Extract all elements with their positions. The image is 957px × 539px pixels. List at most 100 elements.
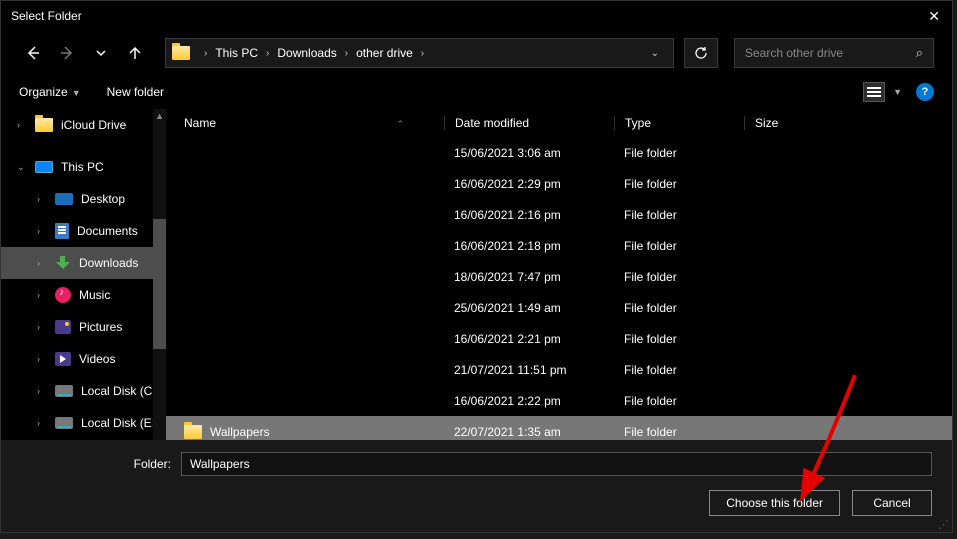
list-row[interactable]: Wallpapers22/07/2021 1:35 amFile folder <box>166 416 952 440</box>
column-size[interactable]: Size <box>744 116 824 130</box>
column-type[interactable]: Type <box>614 116 744 130</box>
list-row[interactable]: 18/06/2021 7:47 pmFile folder <box>166 261 952 292</box>
choose-folder-button[interactable]: Choose this folder <box>709 490 840 516</box>
recent-dropdown[interactable] <box>87 39 115 67</box>
scroll-up-icon[interactable]: ▲ <box>155 111 164 121</box>
tree-item-label: Local Disk (E:) <box>81 416 159 430</box>
up-button[interactable] <box>121 39 149 67</box>
cell-type: File folder <box>614 332 744 346</box>
chevron-down-icon[interactable]: ⌄ <box>643 48 667 59</box>
scrollbar-thumb[interactable] <box>153 219 166 349</box>
cancel-button[interactable]: Cancel <box>852 490 932 516</box>
tree-item-icon <box>55 320 71 334</box>
tree-item[interactable]: › Local Disk (E:) <box>1 407 166 439</box>
tree-item[interactable]: ⌄ This PC <box>1 151 166 183</box>
cell-type: File folder <box>614 301 744 315</box>
back-button[interactable] <box>19 39 47 67</box>
tree-item[interactable]: › Music <box>1 279 166 311</box>
chevron-down-icon: ▼ <box>72 88 81 98</box>
chevron-icon[interactable]: › <box>37 290 47 300</box>
tree-item[interactable]: › Videos <box>1 343 166 375</box>
help-icon[interactable]: ? <box>916 83 934 101</box>
tree-item-label: Music <box>79 288 110 302</box>
tree-item-icon <box>55 385 73 397</box>
tree-item[interactable]: ›Documents <box>1 215 166 247</box>
tree-item[interactable]: › iCloud Drive <box>1 109 166 141</box>
chevron-down-icon[interactable]: ▼ <box>893 87 902 97</box>
tree-item-icon <box>55 256 71 270</box>
titlebar: Select Folder ✕ <box>1 1 952 31</box>
list-row[interactable]: 16/06/2021 2:16 pmFile folder <box>166 199 952 230</box>
sort-indicator-icon: ⌃ <box>396 119 404 130</box>
tree-item-icon <box>55 287 71 303</box>
chevron-icon[interactable]: ⌄ <box>17 162 27 173</box>
cell-date: 25/06/2021 1:49 am <box>444 301 614 315</box>
tree-item[interactable]: › Local Disk (C:) <box>1 375 166 407</box>
tree-item[interactable]: › Pictures <box>1 311 166 343</box>
list-row[interactable]: 15/06/2021 3:06 amFile folder <box>166 137 952 168</box>
cell-date: 16/06/2021 2:18 pm <box>444 239 614 253</box>
tree-item-icon <box>55 352 71 366</box>
list-row[interactable]: 16/06/2021 2:22 pmFile folder <box>166 385 952 416</box>
chevron-icon[interactable]: › <box>37 418 47 428</box>
dialog-title: Select Folder <box>11 9 82 23</box>
tree-item-label: Pictures <box>79 320 122 334</box>
tree-item-label: Local Disk (C:) <box>81 384 160 398</box>
cell-type: File folder <box>614 363 744 377</box>
chevron-icon[interactable]: › <box>37 322 47 332</box>
chevron-right-icon[interactable]: › <box>200 48 211 59</box>
folder-icon <box>184 425 202 439</box>
column-date[interactable]: Date modified <box>444 116 614 130</box>
chevron-right-icon[interactable]: › <box>341 48 352 59</box>
breadcrumb-item[interactable]: This PC <box>211 46 262 60</box>
view-button[interactable] <box>863 82 885 102</box>
tree-item-icon <box>35 118 53 132</box>
cell-date: 21/07/2021 11:51 pm <box>444 363 614 377</box>
list-row[interactable]: 16/06/2021 2:18 pmFile folder <box>166 230 952 261</box>
list-row[interactable]: 16/06/2021 2:29 pmFile folder <box>166 168 952 199</box>
dialog-buttons: Choose this folder Cancel <box>21 490 932 516</box>
list-row[interactable]: 16/06/2021 2:21 pmFile folder <box>166 323 952 354</box>
search-icon[interactable]: ⌕ <box>916 45 923 61</box>
folder-icon <box>172 46 190 60</box>
folder-name-input[interactable] <box>181 452 932 476</box>
tree-item-icon <box>55 223 69 239</box>
tree-item[interactable]: ›Downloads <box>1 247 166 279</box>
chevron-right-icon[interactable]: › <box>262 48 273 59</box>
chevron-icon[interactable]: › <box>17 120 27 130</box>
tree-item-icon <box>55 417 73 429</box>
tree-item-label: Desktop <box>81 192 125 206</box>
nav-tree[interactable]: ▲ › iCloud Drive ⌄ This PC › Desktop ›Document… <box>1 109 166 440</box>
nav-row: › This PC › Downloads › other drive › ⌄ … <box>1 31 952 75</box>
chevron-right-icon[interactable]: › <box>417 48 428 59</box>
chevron-icon[interactable]: › <box>37 354 47 364</box>
tree-item-label: Videos <box>79 352 115 366</box>
cell-type: File folder <box>614 425 744 439</box>
breadcrumb-item[interactable]: other drive <box>352 46 417 60</box>
breadcrumb-item[interactable]: Downloads <box>273 46 340 60</box>
column-name[interactable]: Name⌃ <box>184 116 444 130</box>
cell-type: File folder <box>614 239 744 253</box>
list-row[interactable]: 25/06/2021 1:49 amFile folder <box>166 292 952 323</box>
chevron-icon[interactable]: › <box>37 386 47 396</box>
forward-button[interactable] <box>53 39 81 67</box>
list-row[interactable]: 21/07/2021 11:51 pmFile folder <box>166 354 952 385</box>
tree-item-label: This PC <box>61 160 104 174</box>
organize-button[interactable]: Organize▼ <box>19 85 81 99</box>
breadcrumb[interactable]: › This PC › Downloads › other drive › ⌄ <box>165 38 674 68</box>
cell-date: 16/06/2021 2:29 pm <box>444 177 614 191</box>
search-input[interactable] <box>745 46 916 60</box>
tree-item-icon <box>35 161 53 173</box>
resize-grip-icon[interactable]: ⋰ <box>938 522 949 529</box>
chevron-icon[interactable]: › <box>37 194 47 204</box>
close-icon[interactable]: ✕ <box>928 8 940 25</box>
tree-item[interactable]: › Desktop <box>1 183 166 215</box>
refresh-button[interactable] <box>684 38 718 68</box>
chevron-icon[interactable]: › <box>37 226 47 236</box>
chevron-icon[interactable]: › <box>37 258 47 268</box>
new-folder-button[interactable]: New folder <box>107 85 164 99</box>
tree-item-label: iCloud Drive <box>61 118 126 132</box>
cell-type: File folder <box>614 394 744 408</box>
search-box[interactable]: ⌕ <box>734 38 934 68</box>
folder-label: Folder: <box>21 457 171 471</box>
